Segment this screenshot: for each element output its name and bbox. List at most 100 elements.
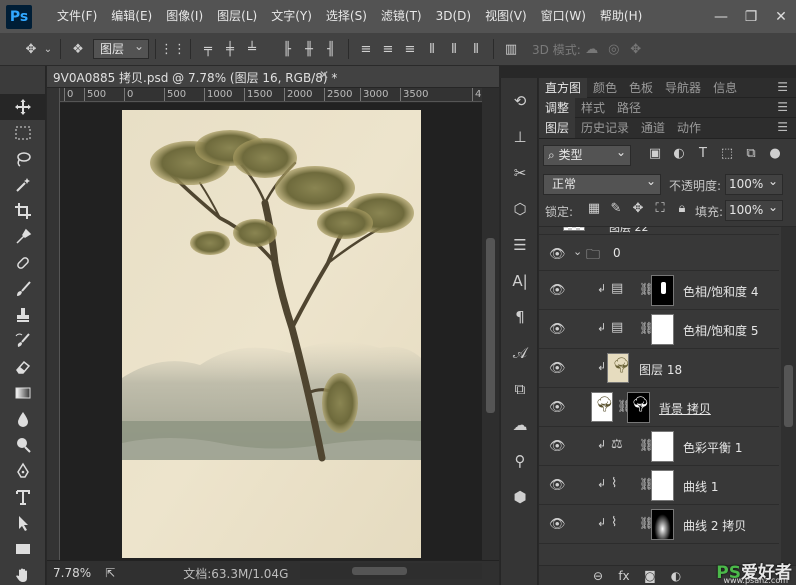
roll-3d-icon[interactable]: ◎ <box>603 38 625 60</box>
tab-adjustments[interactable]: 调整 <box>539 97 576 118</box>
tab-layers[interactable]: 图层 <box>539 118 576 138</box>
eyedropper-tool-button[interactable] <box>0 224 46 250</box>
distribute-left-icon[interactable]: ⫴ <box>421 38 443 60</box>
distribute-top-icon[interactable]: ≡ <box>355 38 377 60</box>
shape-filter-icon[interactable]: ⬚ <box>715 146 739 161</box>
lasso-tool-button[interactable] <box>0 146 46 172</box>
distribute-right-icon[interactable]: ⫴ <box>465 38 487 60</box>
lock-pixels-icon[interactable]: ✎ <box>605 201 627 216</box>
layer-mask-thumbnail[interactable]: 🌳︎ <box>627 392 650 423</box>
paragraph-panel-icon[interactable]: ¶ <box>501 302 539 332</box>
auto-select-icon[interactable]: ❖ <box>67 38 89 60</box>
layers-scrollbar[interactable] <box>781 227 796 565</box>
menu-view[interactable]: 视图(V) <box>478 0 534 33</box>
canvas-vertical-scrollbar[interactable] <box>482 88 499 560</box>
eye-icon[interactable]: 👁︎ <box>549 439 566 454</box>
align-vcenter-icon[interactable]: ╪ <box>219 38 241 60</box>
tab-navigator[interactable]: 导航器 <box>659 78 707 98</box>
auto-align-icon[interactable]: ▥ <box>500 38 522 60</box>
drag-3d-icon[interactable]: ✥ <box>625 38 647 60</box>
restore-button[interactable]: ❐ <box>736 9 766 25</box>
type-tool-button[interactable] <box>0 484 46 510</box>
layer-row[interactable]: 👁︎ 🌳︎ ⛓ 🌳︎ 背景 拷贝 <box>539 388 779 427</box>
opacity-field[interactable]: 100% ⌄ <box>725 174 783 195</box>
tab-swatches[interactable]: 色板 <box>623 78 659 98</box>
pixel-filter-icon[interactable]: ▣ <box>643 146 667 161</box>
distribute-vcenter-icon[interactable]: ≡ <box>377 38 399 60</box>
blend-mode-dropdown[interactable]: 正常 ⌄ <box>543 174 661 195</box>
tab-paths[interactable]: 路径 <box>611 98 647 118</box>
menu-image[interactable]: 图像(I) <box>159 0 210 33</box>
menu-edit[interactable]: 编辑(E) <box>104 0 159 33</box>
healing-brush-tool-button[interactable] <box>0 250 46 276</box>
brush-tool-button[interactable] <box>0 276 46 302</box>
tab-actions[interactable]: 动作 <box>671 118 707 138</box>
canvas-horizontal-scrollbar[interactable] <box>300 563 482 579</box>
align-hcenter-icon[interactable]: ╫ <box>298 38 320 60</box>
lock-all-icon[interactable]: 🔒︎ <box>671 201 693 216</box>
menu-layer[interactable]: 图层(L) <box>210 0 264 33</box>
layer-row[interactable]: 图层 22 <box>539 227 779 235</box>
document-title[interactable]: 9V0A0885 拷贝.psd @ 7.78% (图层 16, RGB/8) * <box>53 69 337 86</box>
scroll-thumb[interactable] <box>784 365 793 427</box>
transform-controls-icon[interactable]: ⋮⋮ <box>160 38 186 60</box>
timeline-panel-icon[interactable]: ⧉ <box>501 374 539 404</box>
document-size[interactable]: 文档:63.3M/1.04G <box>183 565 288 582</box>
panel-menu-icon[interactable]: ☰ <box>777 100 788 114</box>
tools-preset-icon[interactable]: ✂ <box>501 158 539 188</box>
magic-wand-tool-button[interactable] <box>0 172 46 198</box>
menu-window[interactable]: 窗口(W) <box>534 0 593 33</box>
layer-group-row[interactable]: 👁︎ ⌄ 🗀 0 <box>539 235 779 271</box>
menu-help[interactable]: 帮助(H) <box>593 0 649 33</box>
add-mask-icon[interactable]: ◙ <box>637 569 663 583</box>
canvas-area[interactable] <box>60 103 482 560</box>
eraser-tool-button[interactable] <box>0 354 46 380</box>
3d-materials-icon[interactable]: ⬢ <box>501 482 539 512</box>
tab-channels[interactable]: 通道 <box>635 118 671 138</box>
3d-panel-icon[interactable]: ⬡ <box>501 194 539 224</box>
close-window-button[interactable]: ✕ <box>766 9 796 25</box>
menu-select[interactable]: 选择(S) <box>319 0 374 33</box>
dodge-tool-button[interactable] <box>0 432 46 458</box>
zoom-level[interactable]: 7.78% <box>53 566 91 580</box>
type-filter-icon[interactable]: T <box>691 146 715 161</box>
layer-kind-filter[interactable]: ⌕ 类型 ⌄ <box>543 145 631 166</box>
panel-menu-icon[interactable]: ☰ <box>777 120 788 134</box>
tab-styles[interactable]: 样式 <box>575 98 611 118</box>
layer-thumbnail[interactable]: 🌳︎ <box>591 392 614 422</box>
crop-tool-button[interactable] <box>0 198 46 224</box>
document-tab[interactable]: 9V0A0885 拷贝.psd @ 7.78% (图层 16, RGB/8) *… <box>47 66 499 88</box>
adjustment-layer-icon[interactable]: ◐ <box>663 569 689 583</box>
lock-transparent-icon[interactable]: ▦ <box>583 201 605 216</box>
tab-info[interactable]: 信息 <box>707 78 743 98</box>
share-icon[interactable]: ⇱ <box>105 566 115 580</box>
marquee-tool-button[interactable] <box>0 120 46 146</box>
fill-field[interactable]: 100% ⌄ <box>725 200 783 221</box>
tab-color[interactable]: 颜色 <box>587 78 623 98</box>
menu-type[interactable]: 文字(Y) <box>264 0 319 33</box>
orbit-3d-icon[interactable]: ☁ <box>581 38 603 60</box>
eye-icon[interactable]: 👁︎ <box>549 517 566 532</box>
move-tool-icon[interactable]: ✥ <box>20 38 42 60</box>
horizontal-ruler[interactable]: 0 500 0 500 1000 1500 2000 2500 3000 350… <box>60 88 482 102</box>
tab-history[interactable]: 历史记录 <box>575 118 635 138</box>
scroll-thumb[interactable] <box>486 238 495 413</box>
eye-icon[interactable]: 👁︎ <box>549 283 566 298</box>
auto-select-dropdown[interactable]: 图层 <box>93 37 149 59</box>
glyphs-panel-icon[interactable]: 𝒜 <box>501 338 539 368</box>
layer-row[interactable]: 👁︎ ↲ ⌇ ⛓ 曲线 2 拷贝 <box>539 505 779 544</box>
minimize-button[interactable]: — <box>706 9 736 25</box>
rectangle-tool-button[interactable] <box>0 536 46 562</box>
layer-mask-thumbnail[interactable] <box>651 509 674 540</box>
layer-style-icon[interactable]: fx <box>611 569 637 583</box>
adjustment-filter-icon[interactable]: ◐ <box>667 146 691 161</box>
align-bottom-icon[interactable]: ╧ <box>241 38 263 60</box>
align-top-icon[interactable]: ╤ <box>197 38 219 60</box>
brushes-panel-icon[interactable]: ⚲ <box>501 446 539 476</box>
blur-tool-button[interactable] <box>0 406 46 432</box>
layer-row[interactable]: 👁︎ ↲ ⌇ ⛓ 曲线 1 <box>539 466 779 505</box>
eye-icon[interactable]: 👁︎ <box>549 478 566 493</box>
layer-row[interactable]: 👁︎ ↲ ▤ ⛓ 色相/饱和度 5 <box>539 310 779 349</box>
stamp-panel-icon[interactable]: ⊥ <box>501 122 539 152</box>
gradient-tool-button[interactable] <box>0 380 46 406</box>
